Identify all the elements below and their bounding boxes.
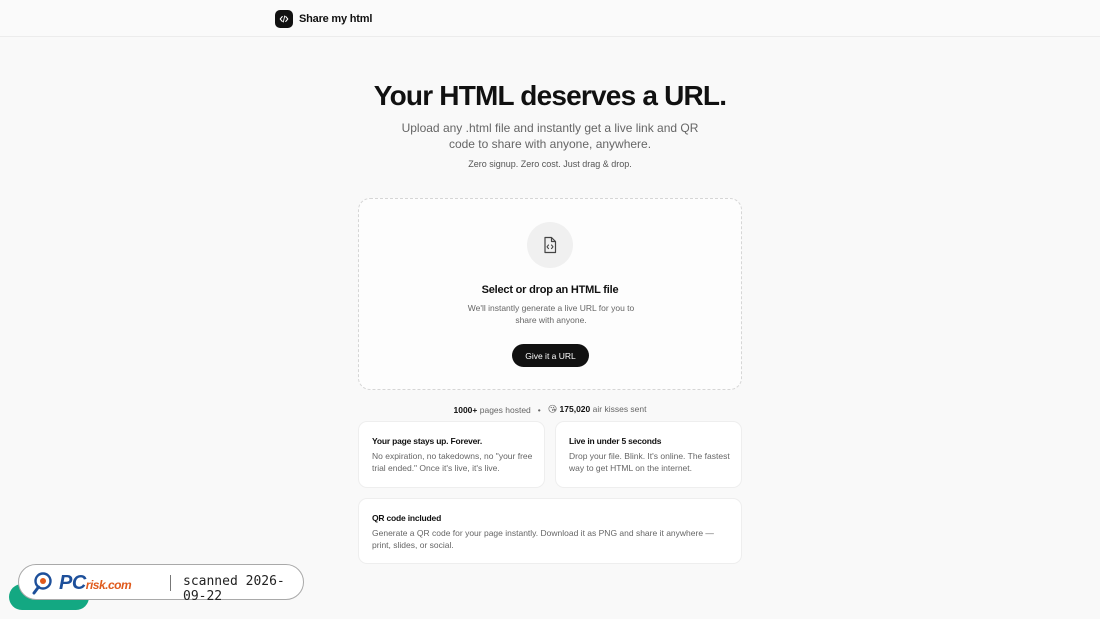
scan-date-stamp: scanned 2026-09-22 — [183, 574, 285, 604]
feature-card-qr: QR code included Generate a QR code for … — [358, 498, 742, 564]
pages-count: 1000+ — [453, 404, 478, 415]
watermark-divider — [170, 575, 171, 591]
feature-title: Live in under 5 seconds — [569, 436, 662, 446]
stats-bar: 1000+ pages hosted • 😘 175,020 air kisse… — [0, 404, 1100, 415]
feature-title: QR code included — [372, 513, 442, 523]
feature-title: Your page stays up. Forever. — [372, 436, 482, 446]
brand-name: Share my html — [299, 12, 373, 25]
kiss-emoji-icon: 😘 — [547, 404, 558, 414]
pages-hosted-stat: 1000+ pages hosted — [453, 405, 530, 415]
code-icon — [275, 9, 293, 28]
kisses-label: air kisses sent — [592, 404, 647, 414]
air-kisses-stat: 😘 175,020 air kisses sent — [548, 404, 647, 415]
hero-note: Zero signup. Zero cost. Just drag & drop… — [468, 159, 632, 169]
feature-text: Generate a QR code for your page instant… — [372, 528, 714, 550]
pages-label: pages hosted — [479, 404, 531, 415]
file-dropzone[interactable]: Select or drop an HTML file We'll instan… — [358, 198, 742, 390]
magnifier-icon — [32, 572, 52, 595]
dropzone-title: Select or drop an HTML file — [481, 284, 619, 296]
dropzone-description: We'll instantly generate a live URL for … — [467, 303, 635, 325]
feature-card-speed: Live in under 5 seconds Drop your file. … — [555, 421, 742, 488]
stats-separator: • — [537, 404, 541, 415]
file-code-icon — [527, 222, 573, 268]
top-bar: Share my html — [0, 0, 1100, 37]
scan-watermark: PCrisk.com scanned 2026-09-22 — [18, 564, 304, 604]
feature-card-forever: Your page stays up. Forever. No expirati… — [358, 421, 545, 488]
page-title: Your HTML deserves a URL. — [373, 80, 727, 111]
hero-subtitle: Upload any .html file and instantly get … — [401, 121, 699, 151]
brand-link[interactable]: Share my html — [275, 9, 372, 28]
watermark-brand: PCrisk.com — [59, 572, 132, 594]
give-url-button[interactable]: Give it a URL — [512, 344, 589, 367]
feature-text: No expiration, no takedowns, no "your fr… — [372, 451, 533, 473]
kisses-count: 175,020 — [559, 404, 591, 414]
feature-text: Drop your file. Blink. It's online. The … — [569, 451, 730, 473]
